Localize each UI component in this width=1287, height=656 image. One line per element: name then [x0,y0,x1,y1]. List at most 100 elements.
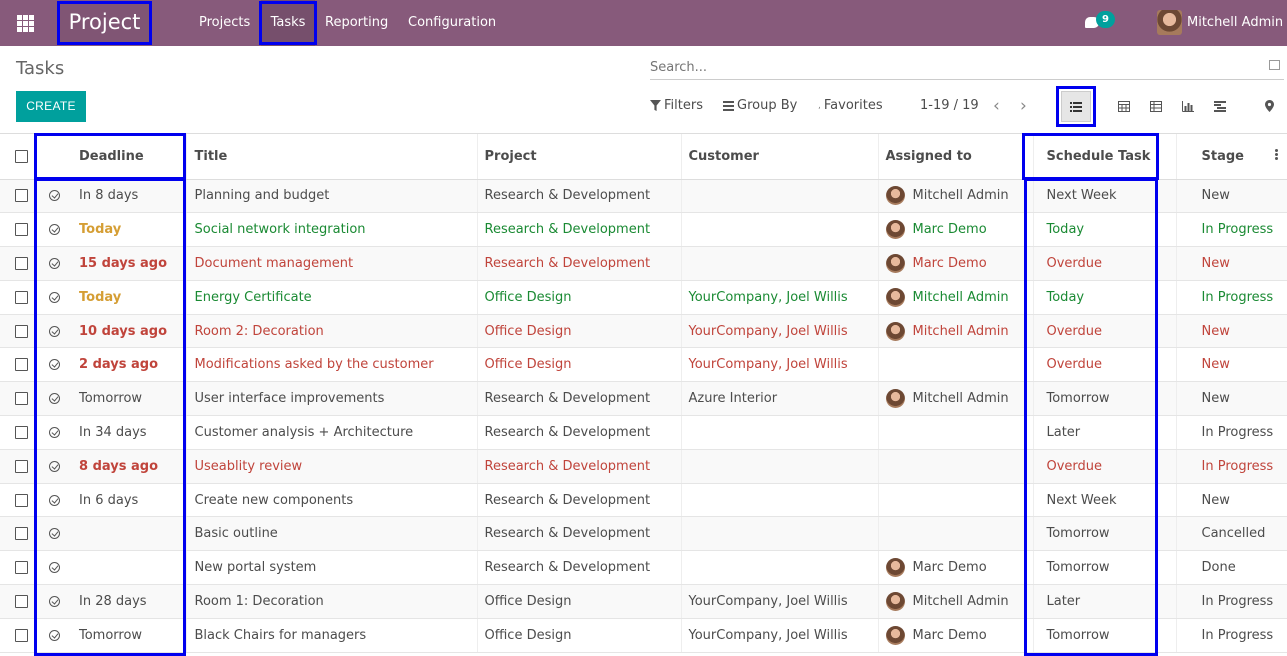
menu-projects[interactable]: Projects [199,0,250,46]
activity-check-icon[interactable] [49,562,60,574]
cell-customer: YourCompany, Joel Willis [681,584,879,619]
table-header-row: Deadline Title Project Customer Assigned… [0,134,1287,180]
app-brand[interactable]: Project [58,1,151,44]
activity-check-icon[interactable] [49,257,60,269]
table-row[interactable]: Tomorrow User interface improvements Resea… [0,381,1287,417]
calendar-icon [1118,101,1130,112]
activity-check-icon[interactable] [49,426,60,438]
pager-next-icon[interactable]: › [1020,96,1027,116]
gantt-view-button[interactable] [1207,92,1233,120]
row-checkbox[interactable] [15,189,28,203]
column-header-assigned-to[interactable]: Assigned to [878,134,1034,180]
cell-title: Useablity review [186,449,478,484]
activity-check-icon[interactable] [49,494,60,506]
row-checkbox[interactable] [15,392,28,406]
cell-deadline: 15 days ago [76,246,187,281]
row-activity-cell [40,618,76,653]
create-button[interactable]: CREATE [16,91,86,122]
cell-title: Basic outline [186,516,478,552]
menu-reporting[interactable]: Reporting [325,0,388,46]
table-row[interactable]: 2 days ago Modifications asked by the cus… [0,347,1287,383]
cell-deadline [76,550,187,586]
cell-title: Planning and budget [186,179,478,214]
column-header-stage[interactable]: Stage [1176,134,1287,180]
cell-project: Office Design [477,280,682,315]
apps-menu-icon[interactable] [17,15,34,32]
cell-title: Document management [186,246,478,281]
row-checkbox[interactable] [15,223,28,237]
row-checkbox[interactable] [15,493,28,507]
column-header-customer[interactable]: Customer [681,134,879,180]
search-options-toggle-icon[interactable] [1269,60,1280,70]
graph-view-button[interactable] [1175,92,1201,120]
table-row[interactable]: In 8 days Planning and budget Research & D… [0,179,1287,214]
calendar-view-button[interactable] [1111,92,1137,120]
row-checkbox[interactable] [15,324,28,338]
row-checkbox[interactable] [15,594,28,608]
activity-check-icon[interactable] [49,325,60,337]
pivot-view-button[interactable] [1143,92,1169,120]
table-row[interactable]: In 28 days Room 1: Decoration Office Desig… [0,584,1287,619]
activity-check-icon[interactable] [49,460,60,472]
cell-assigned-to [878,415,1034,450]
activity-check-icon[interactable] [49,291,60,303]
row-checkbox[interactable] [15,256,28,270]
assignee-name: Marc Demo [912,560,987,576]
cell-deadline: Tomorrow [76,381,187,417]
activity-check-icon[interactable] [49,359,60,371]
row-checkbox[interactable] [15,561,28,575]
table-row[interactable]: 15 days ago Document management Research &… [0,246,1287,281]
activity-check-icon[interactable] [49,629,60,641]
row-checkbox[interactable] [15,459,28,473]
table-row[interactable]: Basic outline Research & Development Tomor… [0,516,1287,552]
map-view-button[interactable] [1256,92,1282,120]
table-row[interactable]: 10 days ago Room 2: Decoration Office Desi… [0,314,1287,349]
table-row[interactable]: 8 days ago Useablity review Research & Dev… [0,449,1287,484]
activity-check-icon[interactable] [49,190,60,202]
pager-value[interactable]: 1-19 / 19 [920,98,979,113]
activity-check-icon[interactable] [49,224,60,236]
table-row[interactable]: In 34 days Customer analysis + Architectu… [0,415,1287,450]
table-row[interactable]: Today Energy Certificate Office Design Your… [0,280,1287,315]
assignee-avatar [885,220,905,240]
pager-previous-icon[interactable]: ‹ [993,96,1000,116]
select-all-checkbox[interactable] [15,149,28,163]
row-checkbox[interactable] [15,425,28,439]
menu-configuration[interactable]: Configuration [408,0,496,46]
row-select-cell [0,415,40,450]
list-view-button[interactable] [1061,91,1091,122]
row-checkbox[interactable] [15,628,28,642]
user-menu[interactable]: Mitchell Admin [1187,0,1283,46]
activity-check-icon[interactable] [49,528,60,540]
search-input[interactable] [650,56,1284,80]
cell-schedule-task: Tomorrow [1033,381,1177,417]
row-checkbox[interactable] [15,527,28,541]
table-row[interactable]: In 6 days Create new components Research &… [0,483,1287,518]
filters-dropdown[interactable]: Filters [650,98,703,113]
assignee-name: Marc Demo [912,255,987,271]
user-avatar[interactable] [1157,10,1182,35]
row-select-cell [0,618,40,653]
cell-stage: In Progress [1176,415,1287,450]
cell-project: Research & Development [477,212,682,248]
column-header-deadline[interactable]: Deadline [76,134,187,180]
column-header-schedule-task[interactable]: Schedule Task [1033,134,1177,180]
column-header-title[interactable]: Title [186,134,478,180]
menu-tasks[interactable]: Tasks [261,0,315,46]
favorites-dropdown[interactable]: , Favorites [818,98,883,113]
column-header-project[interactable]: Project [477,134,682,180]
cell-stage: New [1176,347,1287,383]
table-row[interactable]: Today Social network integration Research … [0,212,1287,248]
pivot-icon [1150,100,1162,112]
assignee-avatar [885,625,905,645]
row-checkbox[interactable] [15,358,28,372]
optional-columns-icon[interactable] [1274,149,1278,160]
table-row[interactable]: New portal system Research & Development M… [0,550,1287,586]
cell-project: Research & Development [477,381,682,417]
activity-check-icon[interactable] [49,393,60,405]
row-checkbox[interactable] [15,290,28,304]
groupby-dropdown[interactable]: Group By [723,98,797,113]
table-row[interactable]: Tomorrow Black Chairs for managers Office … [0,618,1287,653]
cell-customer [681,179,879,214]
activity-check-icon[interactable] [49,595,60,607]
